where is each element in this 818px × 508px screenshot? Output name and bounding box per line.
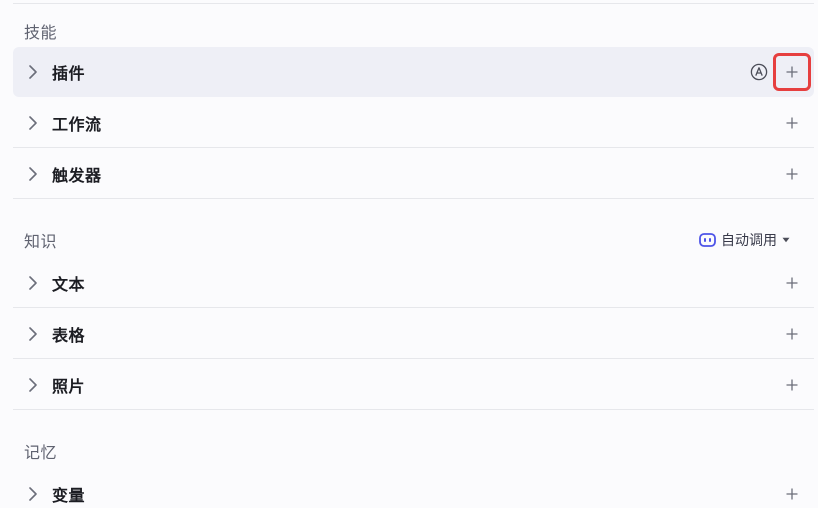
memory-item-variable[interactable]: 变量 — [13, 469, 814, 508]
knowledge-item-text[interactable]: 文本 — [13, 258, 814, 308]
plus-icon — [786, 328, 798, 339]
skills-section-header: 技能 — [13, 19, 814, 43]
row-actions — [750, 47, 814, 96]
knowledge-section-header: 知识 自动调用 — [13, 228, 814, 252]
memory-item-label: 变量 — [52, 486, 86, 505]
skill-item-plugins[interactable]: 插件 — [13, 47, 814, 97]
skill-item-trigger[interactable]: 触发器 — [13, 149, 814, 199]
knowledge-item-table[interactable]: 表格 — [13, 309, 814, 359]
bot-icon — [699, 233, 716, 247]
chevron-right-icon[interactable] — [26, 64, 40, 79]
caret-down-icon — [782, 237, 790, 243]
divider — [13, 3, 814, 4]
add-trigger-button[interactable] — [774, 156, 810, 192]
skill-item-workflow[interactable]: 工作流 — [13, 98, 814, 148]
memory-section-title: 记忆 — [24, 443, 58, 462]
plus-icon — [786, 488, 798, 500]
add-photo-button[interactable] — [774, 367, 810, 403]
chevron-right-icon[interactable] — [26, 115, 40, 130]
add-workflow-button[interactable] — [774, 105, 810, 141]
add-table-button[interactable] — [774, 316, 810, 352]
auto-call-dropdown[interactable]: 自动调用 — [699, 230, 790, 250]
circle-a-icon[interactable] — [750, 63, 768, 81]
knowledge-section-title: 知识 — [24, 232, 58, 251]
chevron-right-icon[interactable] — [26, 377, 40, 392]
row-actions — [774, 309, 814, 358]
skill-item-label: 插件 — [52, 63, 86, 83]
add-text-button[interactable] — [774, 265, 810, 301]
add-variable-button[interactable] — [774, 476, 810, 508]
skill-item-label: 工作流 — [52, 114, 102, 134]
row-actions — [774, 149, 814, 198]
add-plugin-button[interactable] — [773, 52, 811, 91]
row-actions — [774, 360, 814, 409]
chevron-right-icon[interactable] — [26, 275, 40, 290]
chevron-right-icon[interactable] — [26, 166, 40, 181]
chevron-right-icon[interactable] — [26, 326, 40, 341]
knowledge-item-label: 照片 — [52, 376, 86, 396]
skill-item-label: 触发器 — [52, 165, 102, 185]
plus-icon — [786, 379, 798, 390]
knowledge-item-label: 文本 — [52, 274, 86, 294]
knowledge-item-photo[interactable]: 照片 — [13, 360, 814, 410]
skills-section-title: 技能 — [24, 23, 58, 42]
skills-knowledge-panel: 技能 插件 工作流 触发器 知识 自动调用 文本 表格 照片 记忆 变量 — [0, 0, 818, 508]
row-actions — [774, 469, 814, 508]
plus-icon — [786, 277, 798, 288]
plus-icon — [786, 117, 798, 128]
knowledge-item-label: 表格 — [52, 325, 86, 345]
plus-icon — [786, 168, 798, 179]
memory-section-header: 记忆 — [13, 439, 814, 463]
row-actions — [774, 258, 814, 307]
row-actions — [774, 98, 814, 147]
chevron-right-icon[interactable] — [26, 487, 40, 501]
auto-call-label: 自动调用 — [721, 233, 777, 249]
plus-icon — [786, 66, 798, 77]
